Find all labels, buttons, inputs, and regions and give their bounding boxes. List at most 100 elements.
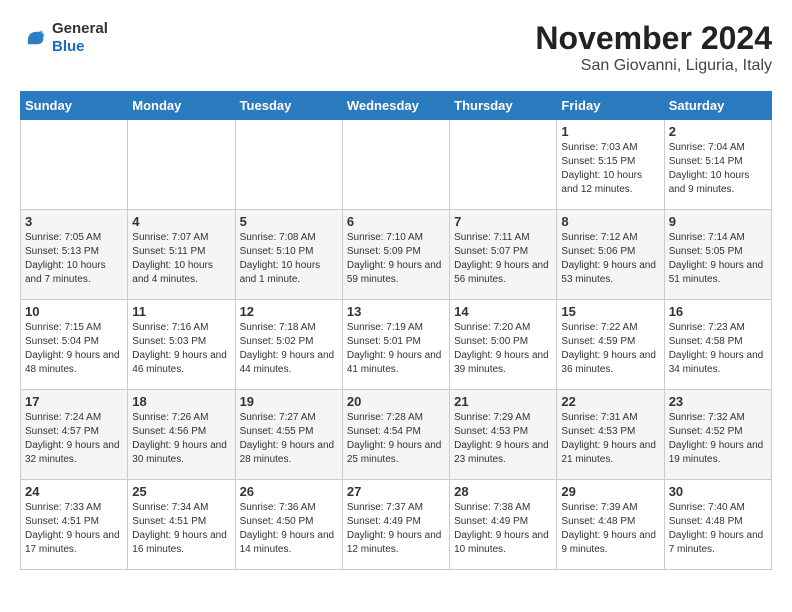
month-year: November 2024 (535, 20, 772, 57)
header-cell-friday: Friday (557, 92, 664, 120)
day-number: 5 (240, 214, 338, 229)
day-info: Sunrise: 7:23 AM Sunset: 4:58 PM Dayligh… (669, 321, 767, 377)
day-cell: 22Sunrise: 7:31 AM Sunset: 4:53 PM Dayli… (557, 390, 664, 480)
day-info: Sunrise: 7:31 AM Sunset: 4:53 PM Dayligh… (561, 411, 659, 467)
day-info: Sunrise: 7:22 AM Sunset: 4:59 PM Dayligh… (561, 321, 659, 377)
day-cell: 6 Sunrise: 7:10 AM Sunset: 5:09 PM Daylig… (342, 210, 449, 300)
calendar-header: SundayMondayTuesdayWednesdayThursdayFrid… (21, 92, 772, 120)
day-cell: 10 Sunrise: 7:15 AM Sunset: 5:04 PM Dayli… (21, 300, 128, 390)
day-cell: 2 Sunrise: 7:04 AM Sunset: 5:14 PM Daylig… (664, 120, 771, 210)
day-info: Sunrise: 7:29 AM Sunset: 4:53 PM Dayligh… (454, 411, 552, 467)
day-info: Sunrise: 7:07 AM Sunset: 5:11 PM Dayligh… (132, 231, 230, 287)
day-cell: 11 Sunrise: 7:16 AM Sunset: 5:03 PM Dayli… (128, 300, 235, 390)
day-info: Sunrise: 7:20 AM Sunset: 5:00 PM Dayligh… (454, 321, 552, 377)
day-info: Sunrise: 7:24 AM Sunset: 4:57 PM Dayligh… (25, 411, 123, 467)
day-cell: 21Sunrise: 7:29 AM Sunset: 4:53 PM Dayli… (450, 390, 557, 480)
day-number: 9 (669, 214, 767, 229)
day-number: 4 (132, 214, 230, 229)
calendar-body: 1 Sunrise: 7:03 AM Sunset: 5:15 PM Daylig… (21, 120, 772, 570)
day-cell: 30 Sunrise: 7:40 AM Sunset: 4:48 PM Dayli… (664, 480, 771, 570)
day-cell: 12 Sunrise: 7:18 AM Sunset: 5:02 PM Dayli… (235, 300, 342, 390)
day-number: 29 (561, 484, 659, 499)
header: General Blue November 2024 San Giovanni,… (20, 20, 772, 75)
calendar-table: SundayMondayTuesdayWednesdayThursdayFrid… (20, 91, 772, 570)
day-number: 6 (347, 214, 445, 229)
day-number: 7 (454, 214, 552, 229)
day-cell (128, 120, 235, 210)
day-cell: 17 Sunrise: 7:24 AM Sunset: 4:57 PM Dayli… (21, 390, 128, 480)
day-info: Sunrise: 7:14 AM Sunset: 5:05 PM Dayligh… (669, 231, 767, 287)
day-info: Sunrise: 7:12 AM Sunset: 5:06 PM Dayligh… (561, 231, 659, 287)
day-cell: 13 Sunrise: 7:19 AM Sunset: 5:01 PM Dayli… (342, 300, 449, 390)
day-cell: 18Sunrise: 7:26 AM Sunset: 4:56 PM Dayli… (128, 390, 235, 480)
day-number: 23 (669, 394, 767, 409)
day-info: Sunrise: 7:08 AM Sunset: 5:10 PM Dayligh… (240, 231, 338, 287)
day-info: Sunrise: 7:26 AM Sunset: 4:56 PM Dayligh… (132, 411, 230, 467)
header-cell-monday: Monday (128, 92, 235, 120)
header-cell-wednesday: Wednesday (342, 92, 449, 120)
day-cell: 24 Sunrise: 7:33 AM Sunset: 4:51 PM Dayli… (21, 480, 128, 570)
day-cell: 27 Sunrise: 7:37 AM Sunset: 4:49 PM Dayli… (342, 480, 449, 570)
day-number: 13 (347, 304, 445, 319)
week-row-2: 3 Sunrise: 7:05 AM Sunset: 5:13 PM Daylig… (21, 210, 772, 300)
header-cell-thursday: Thursday (450, 92, 557, 120)
day-info: Sunrise: 7:33 AM Sunset: 4:51 PM Dayligh… (25, 501, 123, 557)
logo-text: General Blue (52, 20, 108, 56)
day-number: 8 (561, 214, 659, 229)
day-info: Sunrise: 7:27 AM Sunset: 4:55 PM Dayligh… (240, 411, 338, 467)
week-row-4: 17 Sunrise: 7:24 AM Sunset: 4:57 PM Dayli… (21, 390, 772, 480)
day-info: Sunrise: 7:05 AM Sunset: 5:13 PM Dayligh… (25, 231, 123, 287)
day-number: 19 (240, 394, 338, 409)
day-number: 16 (669, 304, 767, 319)
day-info: Sunrise: 7:04 AM Sunset: 5:14 PM Dayligh… (669, 141, 767, 197)
day-cell: 15 Sunrise: 7:22 AM Sunset: 4:59 PM Dayli… (557, 300, 664, 390)
day-cell: 7 Sunrise: 7:11 AM Sunset: 5:07 PM Daylig… (450, 210, 557, 300)
day-number: 25 (132, 484, 230, 499)
header-row: SundayMondayTuesdayWednesdayThursdayFrid… (21, 92, 772, 120)
day-info: Sunrise: 7:18 AM Sunset: 5:02 PM Dayligh… (240, 321, 338, 377)
day-info: Sunrise: 7:15 AM Sunset: 5:04 PM Dayligh… (25, 321, 123, 377)
day-cell (235, 120, 342, 210)
day-cell: 9 Sunrise: 7:14 AM Sunset: 5:05 PM Daylig… (664, 210, 771, 300)
day-number: 1 (561, 124, 659, 139)
day-info: Sunrise: 7:16 AM Sunset: 5:03 PM Dayligh… (132, 321, 230, 377)
day-info: Sunrise: 7:39 AM Sunset: 4:48 PM Dayligh… (561, 501, 659, 557)
day-cell: 25Sunrise: 7:34 AM Sunset: 4:51 PM Dayli… (128, 480, 235, 570)
location: San Giovanni, Liguria, Italy (535, 57, 772, 75)
day-info: Sunrise: 7:03 AM Sunset: 5:15 PM Dayligh… (561, 141, 659, 197)
day-number: 15 (561, 304, 659, 319)
day-info: Sunrise: 7:37 AM Sunset: 4:49 PM Dayligh… (347, 501, 445, 557)
day-cell: 4 Sunrise: 7:07 AM Sunset: 5:11 PM Daylig… (128, 210, 235, 300)
day-number: 14 (454, 304, 552, 319)
day-cell: 19 Sunrise: 7:27 AM Sunset: 4:55 PM Dayli… (235, 390, 342, 480)
day-number: 24 (25, 484, 123, 499)
title-area: November 2024 San Giovanni, Liguria, Ita… (535, 20, 772, 75)
logo-icon (20, 24, 48, 52)
day-cell: 20Sunrise: 7:28 AM Sunset: 4:54 PM Dayli… (342, 390, 449, 480)
week-row-3: 10 Sunrise: 7:15 AM Sunset: 5:04 PM Dayli… (21, 300, 772, 390)
day-info: Sunrise: 7:36 AM Sunset: 4:50 PM Dayligh… (240, 501, 338, 557)
week-row-1: 1 Sunrise: 7:03 AM Sunset: 5:15 PM Daylig… (21, 120, 772, 210)
day-number: 11 (132, 304, 230, 319)
day-info: Sunrise: 7:10 AM Sunset: 5:09 PM Dayligh… (347, 231, 445, 287)
day-cell: 26Sunrise: 7:36 AM Sunset: 4:50 PM Dayli… (235, 480, 342, 570)
day-cell: 23Sunrise: 7:32 AM Sunset: 4:52 PM Dayli… (664, 390, 771, 480)
day-cell: 16 Sunrise: 7:23 AM Sunset: 4:58 PM Dayli… (664, 300, 771, 390)
day-number: 10 (25, 304, 123, 319)
day-number: 12 (240, 304, 338, 319)
logo: General Blue (20, 20, 108, 56)
day-number: 3 (25, 214, 123, 229)
day-cell: 29 Sunrise: 7:39 AM Sunset: 4:48 PM Dayli… (557, 480, 664, 570)
day-info: Sunrise: 7:19 AM Sunset: 5:01 PM Dayligh… (347, 321, 445, 377)
day-number: 17 (25, 394, 123, 409)
header-cell-tuesday: Tuesday (235, 92, 342, 120)
day-info: Sunrise: 7:40 AM Sunset: 4:48 PM Dayligh… (669, 501, 767, 557)
day-cell: 1 Sunrise: 7:03 AM Sunset: 5:15 PM Daylig… (557, 120, 664, 210)
day-number: 30 (669, 484, 767, 499)
day-cell (450, 120, 557, 210)
day-number: 27 (347, 484, 445, 499)
day-cell (342, 120, 449, 210)
day-info: Sunrise: 7:11 AM Sunset: 5:07 PM Dayligh… (454, 231, 552, 287)
day-cell: 5 Sunrise: 7:08 AM Sunset: 5:10 PM Daylig… (235, 210, 342, 300)
day-number: 2 (669, 124, 767, 139)
